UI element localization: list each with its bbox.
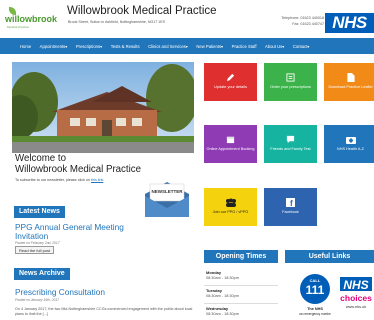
tile-update-your-details[interactable]: Update your details [204, 63, 257, 101]
calendar-icon [204, 135, 257, 144]
day-hours: 08:30am - 18:30pm [206, 294, 239, 298]
nav-item-about-us[interactable]: About Us▾ [265, 44, 284, 49]
day-hours: 08:30am - 18:30pm [206, 312, 239, 316]
contact-numbers: Telephone: 01623 440018 Fax: 01623 44074… [268, 15, 324, 27]
logo-text: willowbrook [5, 14, 58, 24]
day-hours: 08:30am - 18:30pm [206, 276, 239, 280]
latest-news-title[interactable]: PPG Annual General Meeting Invitation [15, 223, 124, 241]
tile-label: Friends and Family Test [270, 147, 311, 151]
opening-day-row: Monday 08:30am - 18:30pm [204, 268, 278, 286]
archive-news-excerpt: On 4 January 2017, the two Mid-Nottingha… [15, 307, 193, 316]
tile-label: Order your prescriptions [270, 85, 311, 89]
welcome-line: Welcome to [15, 153, 66, 164]
tile-online-appointment-booking[interactable]: Online Appointment Booking [204, 125, 257, 163]
newsletter-link[interactable]: this link [91, 178, 103, 182]
nav-item-appointments[interactable]: Appointments▾ [40, 44, 68, 49]
opening-day-row: Wednesday 08:30am - 18:30pm [204, 304, 278, 320]
latest-news-title-line: Invitation [15, 231, 49, 241]
practice-name: Willowbrook Medical Practice [67, 5, 217, 17]
day-name: Wednesday [206, 306, 229, 311]
choices-url: www.nhs.uk [346, 305, 366, 309]
opening-times-heading: Opening Times [204, 250, 278, 263]
nav-item-practice-staff[interactable]: Practice Staff [232, 44, 257, 49]
archive-news-title[interactable]: Prescribing Consultation [15, 288, 105, 297]
call-111-link[interactable]: CALL 111 The NHS non-emergency number [298, 273, 333, 320]
nav-item-tests-results[interactable]: Tests & Results [111, 44, 140, 49]
welcome-heading: Welcome to Willowbrook Medical Practice [15, 153, 141, 175]
tile-label: NHS Health A-Z [336, 147, 364, 151]
tile-label: Facebook [282, 210, 299, 214]
facebook-icon: f [264, 198, 317, 207]
envelope-label: NEWSLETTER [152, 189, 184, 194]
welcome-line: Willowbrook Medical Practice [15, 163, 141, 175]
nhs-logo: NHS [325, 13, 374, 33]
practice-logo[interactable]: willowbrook Medical Practice [5, 6, 57, 32]
latest-news-button[interactable]: Latest News [14, 206, 65, 218]
tile-order-your-prescriptions[interactable]: Order your prescriptions [264, 63, 317, 101]
news-archive-button[interactable]: News Archive [14, 268, 70, 280]
nhs-choices-link[interactable]: NHS choices www.nhs.uk [338, 277, 374, 317]
practice-address: Brook Street, Sutton in Ashfield, Nottin… [68, 20, 166, 24]
nav-item-clinics-and-services[interactable]: Clinics and Services▾ [148, 44, 188, 49]
newsletter-envelope-icon[interactable]: NEWSLETTER [143, 180, 191, 218]
day-name: Monday [206, 270, 222, 275]
tile-facebook[interactable]: f Facebook [264, 188, 317, 226]
pencil-icon [204, 73, 257, 82]
nav-item-new-patients[interactable]: New Patients▾ [196, 44, 223, 49]
tile-label: Online Appointment Booking [206, 147, 255, 151]
tile-label: Join our PPG / vPPG [212, 210, 249, 214]
nav-item-prescriptions[interactable]: Prescriptions▾ [76, 44, 102, 49]
chat-icon [264, 135, 317, 144]
day-name: Tuesday [206, 288, 222, 293]
site-header: willowbrook Medical Practice Willowbrook… [0, 0, 374, 38]
practice-building-photo [12, 62, 194, 153]
document-icon [324, 73, 374, 82]
medical-kit-icon [324, 135, 374, 144]
call-nhs: The NHS [307, 307, 323, 311]
newsletter-prefix: To subscribe to our newsletter, please c… [15, 178, 91, 182]
useful-links-heading: Useful Links [285, 250, 374, 263]
archive-news-posted-date: Posted on January 16th, 2017 [15, 298, 59, 302]
svg-text:f: f [290, 199, 293, 207]
tile-nhs-health-a-z[interactable]: NHS Health A-Z [324, 125, 374, 163]
group-icon [204, 198, 257, 207]
choices-word: choices [340, 293, 372, 303]
prescription-icon [264, 73, 317, 82]
tile-label: Download Practice Leaflet [328, 85, 373, 89]
logo-subtext: Medical Practice [7, 25, 30, 29]
newsletter-subscribe-text: To subscribe to our newsletter, please c… [15, 178, 105, 182]
nav-item-home[interactable]: Home [20, 44, 31, 49]
choices-nhs: NHS [343, 278, 368, 292]
tile-label: Update your details [214, 85, 247, 89]
call-number: 111 [306, 283, 325, 297]
fax-number: Fax: 01623 440747 [292, 22, 324, 26]
latest-news-posted-date: Posted on February 2nd, 2017 [15, 241, 60, 245]
tile-friends-and-family-test[interactable]: Friends and Family Test [264, 125, 317, 163]
read-full-post-button[interactable]: Read the full post [15, 246, 55, 254]
call-caption: non-emergency number [299, 312, 331, 316]
opening-day-row: Tuesday 08:30am - 18:30pm [204, 286, 278, 304]
tile-download-practice-leaflet[interactable]: Download Practice Leaflet [324, 63, 374, 101]
tile-join-our-ppg-vppg[interactable]: Join our PPG / vPPG [204, 188, 257, 226]
main-navigation: Home Appointments▾ Prescriptions▾ Tests & R… [0, 38, 374, 54]
nav-item-contact[interactable]: Contact▾ [293, 44, 310, 49]
